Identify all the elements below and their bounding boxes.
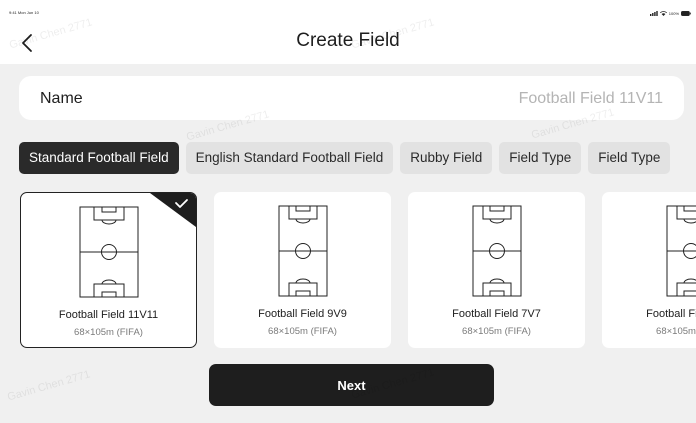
navigation-bar: Create Field	[0, 26, 696, 64]
field-card-5v5[interactable]: Football Field 5V5 68×105m (FIFA)	[602, 192, 696, 348]
pitch-diagram	[408, 205, 585, 297]
field-card-list: Football Field 11V11 68×105m (FIFA) Foot…	[19, 191, 696, 349]
football-pitch-icon	[278, 205, 327, 297]
field-card-11v11[interactable]: Football Field 11V11 68×105m (FIFA)	[20, 192, 197, 348]
card-title: Football Field 11V11	[58, 309, 159, 321]
page-title: Create Field	[296, 30, 400, 51]
card-dimensions: 68×105m (FIFA)	[462, 326, 531, 337]
wifi-icon	[659, 10, 667, 16]
pitch-diagram	[602, 205, 696, 297]
tab-field-type[interactable]: Field Type	[499, 142, 582, 174]
football-pitch-icon	[79, 206, 138, 298]
card-title: Football Field 5V5	[646, 308, 696, 320]
field-card-9v9[interactable]: Football Field 9V9 68×105m (FIFA)	[214, 192, 391, 348]
watermark: Gavin Chen 2771	[6, 368, 92, 404]
name-input[interactable]: Football Field 11V11	[519, 90, 663, 108]
signal-icon	[649, 10, 658, 16]
tab-field-type-2[interactable]: Field Type	[588, 142, 671, 174]
card-dimensions: 68×105m (FIFA)	[656, 326, 696, 337]
tab-rubby-field[interactable]: Rubby Field	[400, 142, 493, 174]
field-type-tabs: Standard Football Field English Standard …	[19, 142, 696, 176]
next-button[interactable]: Next	[209, 364, 494, 406]
selected-check-icon	[150, 193, 196, 227]
status-indicators: 100%	[649, 10, 691, 16]
name-field[interactable]: Name Football Field 11V11	[19, 76, 684, 120]
card-dimensions: 68×105m (FIFA)	[74, 327, 143, 338]
status-time: 9:41 Mon Jun 10	[9, 10, 39, 15]
battery-icon	[681, 10, 691, 16]
card-title: Football Field 7V7	[452, 308, 541, 320]
tab-english-standard-football-field[interactable]: English Standard Football Field	[185, 142, 394, 174]
name-label: Name	[40, 90, 83, 107]
field-card-7v7[interactable]: Football Field 7V7 68×105m (FIFA)	[408, 192, 585, 348]
status-bar: 9:41 Mon Jun 10 100%	[0, 0, 696, 26]
tab-standard-football-field[interactable]: Standard Football Field	[19, 142, 179, 174]
card-dimensions: 68×105m (FIFA)	[268, 326, 337, 337]
pitch-diagram	[214, 205, 391, 297]
football-pitch-icon	[472, 205, 521, 297]
football-pitch-icon	[666, 205, 696, 297]
battery-percentage: 100%	[668, 10, 679, 16]
card-title: Football Field 9V9	[258, 308, 347, 320]
